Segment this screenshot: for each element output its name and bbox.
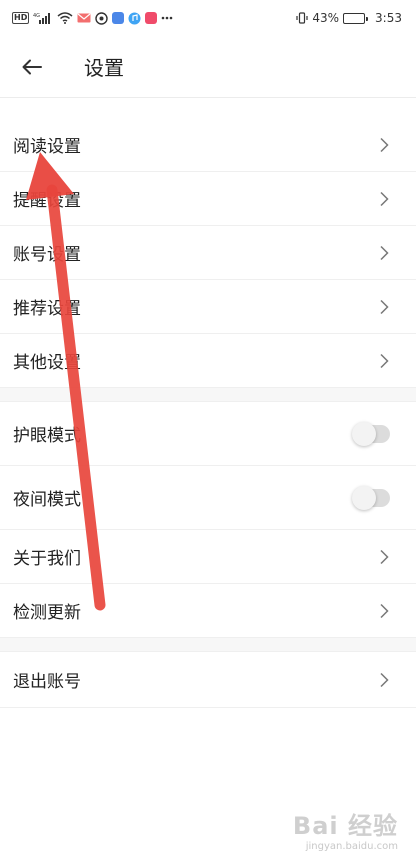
watermark: Bai 经验 jingyan.baidu.com [293,806,398,852]
chevron-right-icon [378,352,390,370]
settings-row-account[interactable]: 账号设置 [0,226,416,280]
app-header: 设置 [0,36,416,98]
battery-percent: 43% [312,11,340,25]
row-label: 其他设置 [13,353,81,373]
settings-row-about[interactable]: 关于我们 [0,530,416,584]
row-label: 检测更新 [13,603,81,623]
status-left: HD 4G [12,11,173,25]
signal-icon: 4G [33,12,53,24]
vibrate-icon [296,12,308,24]
row-label: 护眼模式 [13,426,81,446]
more-dots-icon [161,16,173,20]
settings-row-check-update[interactable]: 检测更新 [0,584,416,638]
row-label: 退出账号 [13,672,81,692]
toggle-knob [352,421,376,446]
mail-icon [77,12,91,24]
row-label: 阅读设置 [13,137,81,157]
row-label: 推荐设置 [13,299,81,319]
status-right: 43% 3:53 [296,11,402,25]
app-icon [95,11,109,25]
app-icon [145,12,158,24]
battery-icon [343,12,369,24]
chevron-right-icon [378,548,390,566]
chevron-right-icon [378,602,390,620]
arrow-left-icon [22,59,42,74]
row-label: 提醒设置 [13,191,81,211]
settings-row-night-mode: 夜间模式 [0,466,416,530]
app-icon [112,12,125,24]
back-button[interactable] [0,36,64,98]
watermark-url: jingyan.baidu.com [305,841,398,852]
settings-row-other[interactable]: 其他设置 [0,334,416,388]
chevron-right-icon [378,136,390,154]
eye-care-toggle[interactable] [352,421,390,446]
chevron-right-icon [378,244,390,262]
settings-row-recommend[interactable]: 推荐设置 [0,280,416,334]
settings-row-reminder[interactable]: 提醒设置 [0,172,416,226]
svg-text:4G: 4G [33,13,40,19]
settings-row-reading[interactable]: 阅读设置 [0,118,416,172]
settings-row-eye-care: 护眼模式 [0,402,416,466]
hd-badge: HD [12,12,30,24]
row-label: 夜间模式 [13,490,81,510]
status-bar: HD 4G 43% 3:53 [0,0,416,36]
toggle-knob [352,485,376,510]
settings-screen: HD 4G 43% 3:53 设置 阅读设置 提醒设置 账号设置 推荐设置 其他… [0,0,416,862]
row-label: 账号设置 [13,245,81,265]
section-divider [0,388,416,402]
chevron-right-icon [378,298,390,316]
night-mode-toggle[interactable] [352,485,390,510]
chevron-right-icon [378,671,390,689]
section-divider [0,638,416,652]
clock: 3:53 [375,11,402,25]
row-label: 关于我们 [13,549,81,569]
page-title: 设置 [84,56,124,80]
watermark-brand: Bai 经验 [292,812,398,840]
wifi-icon [57,12,73,24]
music-icon [128,12,141,25]
settings-row-logout[interactable]: 退出账号 [0,652,416,708]
chevron-right-icon [378,190,390,208]
settings-list: 阅读设置 提醒设置 账号设置 推荐设置 其他设置 护眼模式 夜间模式 关于我们 … [0,118,416,708]
